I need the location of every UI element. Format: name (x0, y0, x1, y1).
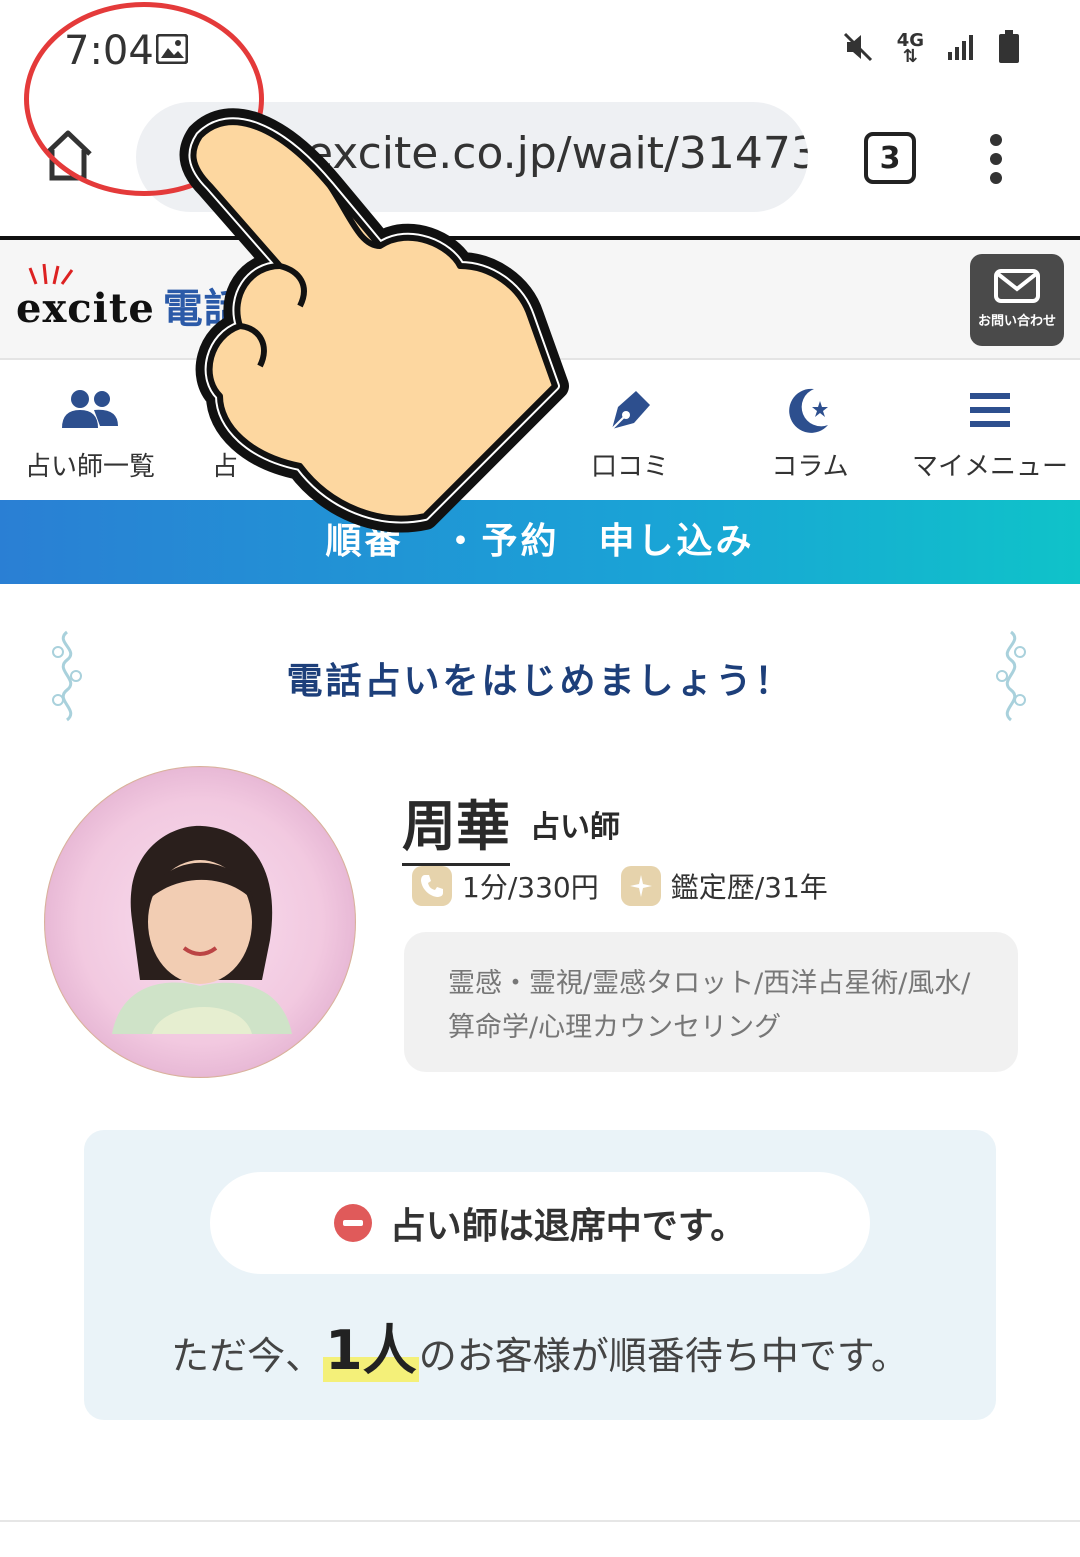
signal-icon (946, 32, 976, 66)
more-options-button[interactable] (990, 134, 1002, 191)
moon-star-icon (720, 382, 900, 438)
queue-info: ただ今、1人のお客様が順番待ち中です。 (84, 1306, 996, 1385)
phone-icon (412, 866, 452, 906)
tab-count: 3 (879, 140, 901, 176)
status-badge: 占い師は退席中です。 (210, 1172, 870, 1274)
nav-item-label: マイメニュー (911, 452, 1068, 482)
genre-box: 霊感・霊視/霊感タロット/西洋占星術/風水/算命学/心理カウンセリング (404, 932, 1018, 1072)
hamburger-icon (900, 382, 1080, 438)
price-text: 1分/330円 (462, 871, 599, 904)
contact-button[interactable]: お問い合わせ (970, 254, 1064, 346)
section-divider (0, 1520, 1080, 1522)
users-icon (0, 382, 180, 438)
tab-switcher-button[interactable]: 3 (864, 132, 916, 184)
logo-text: excite (16, 285, 155, 332)
fortune-teller-avatar (44, 766, 356, 1078)
network-4g-icon: 4G ⇅ (896, 30, 924, 67)
nav-item-label: 占い師一覧 (24, 452, 155, 482)
nav-item-my-menu[interactable]: マイメニュー (900, 360, 1080, 500)
availability-panel: 占い師は退席中です。 ただ今、1人のお客様が順番待ち中です。 (84, 1130, 996, 1420)
queue-suffix: のお客様が順番待ち中です。 (418, 1334, 909, 1378)
intro-title: 電話占いをはじめましょう！ (286, 661, 794, 702)
contact-label: お問い合わせ (977, 314, 1056, 329)
pointing-hand-icon (160, 96, 590, 580)
minus-circle-icon (333, 1204, 372, 1242)
portrait-image (112, 825, 292, 1034)
battery-icon (998, 30, 1020, 68)
genre-text: 霊感・霊視/霊感タロット/西洋占星術/風水/算命学/心理カウンセリング (448, 968, 971, 1043)
network-label: 4G (896, 30, 924, 51)
profile-meta: 1分/330円 鑑定歴/31年 (412, 866, 828, 906)
mail-icon (993, 269, 1041, 308)
status-text: 占い師は退席中です。 (389, 1206, 747, 1247)
sparkle-icon (620, 866, 661, 906)
nav-item-label: コラム (771, 452, 849, 482)
nav-item-fortune-tellers[interactable]: 占い師一覧 (0, 360, 180, 500)
queue-count: 1人 (323, 1319, 419, 1382)
nav-item-column[interactable]: コラム (720, 360, 900, 500)
fortune-teller-name[interactable]: 周華 (402, 782, 510, 866)
experience-text: 鑑定歴/31年 (670, 871, 828, 904)
queue-prefix: ただ今、 (171, 1334, 324, 1378)
fortune-teller-role: 占い師 (530, 810, 620, 845)
mute-icon (841, 30, 875, 68)
